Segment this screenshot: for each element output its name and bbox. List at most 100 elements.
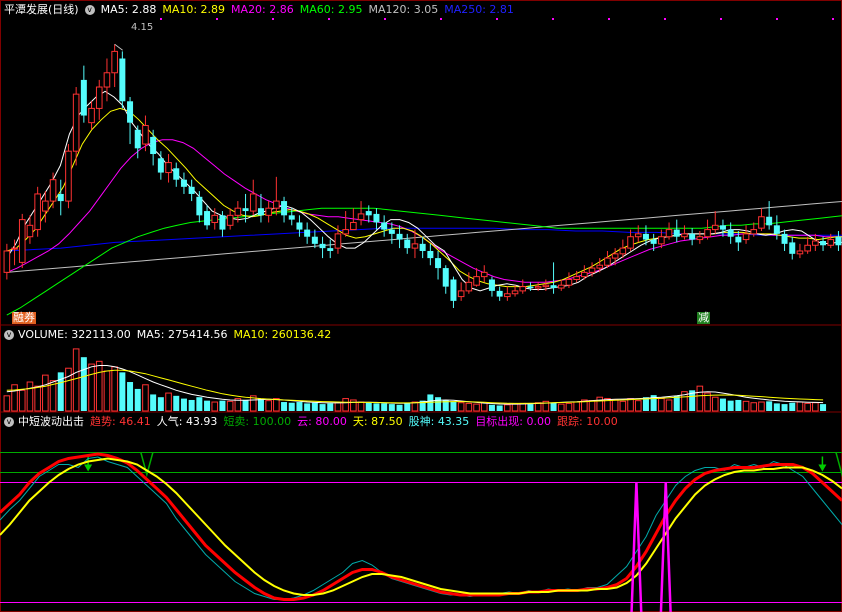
candle-body	[488, 279, 495, 291]
trend-readout: 趋势: 46.41	[90, 415, 151, 428]
candle-body	[188, 186, 195, 194]
candle-body	[311, 236, 318, 244]
candle-body	[95, 86, 103, 109]
candle-body	[696, 236, 704, 241]
candle-body	[134, 129, 141, 149]
candle-body	[404, 239, 411, 249]
candle-body	[72, 93, 80, 152]
candle-body	[142, 125, 149, 145]
volume-bar	[812, 402, 819, 412]
volume-bar	[95, 360, 103, 412]
candle-body	[658, 236, 665, 245]
chevron-down-icon[interactable]: v	[84, 5, 95, 15]
volume-bar	[88, 363, 95, 412]
volume-bar	[488, 404, 495, 411]
top-dot-mark	[496, 18, 498, 20]
volume-bar	[165, 392, 172, 412]
candle-body	[789, 242, 796, 254]
volume-bar	[527, 404, 534, 411]
volume-bar	[296, 402, 303, 411]
top-dot-mark	[328, 18, 330, 20]
target-readout: 目标出现: 0.00	[475, 415, 552, 428]
indicator-title[interactable]: 中短波动出击	[18, 415, 84, 428]
volume-bar	[519, 402, 527, 412]
volume-ma5-readout: MA5: 275414.56	[136, 328, 228, 341]
candle-body	[642, 233, 649, 240]
candle-body	[804, 244, 811, 252]
volume-bar	[727, 400, 734, 411]
volume-bar	[658, 398, 665, 412]
volume-bar	[673, 395, 680, 411]
volume-bar	[342, 398, 349, 412]
candle-body	[604, 257, 611, 266]
signal-arrow-icon	[84, 464, 93, 472]
candle-body	[588, 267, 596, 273]
candle-body	[288, 215, 295, 220]
candle-body	[103, 72, 111, 88]
top-dot-mark	[776, 18, 778, 20]
volume-bar	[588, 400, 596, 412]
volume-bar	[157, 397, 164, 411]
candle-body	[388, 229, 395, 234]
volume-bar	[611, 399, 619, 412]
tracking-readout: 跟踪: 10.00	[557, 415, 618, 428]
volume-bar	[450, 401, 457, 411]
volume-bar	[766, 401, 773, 411]
candle-body	[334, 233, 342, 249]
candle-body	[150, 136, 157, 155]
volume-bar	[119, 372, 126, 411]
candle-body	[281, 201, 288, 216]
candle-body	[226, 214, 234, 226]
high-marker-line	[114, 43, 123, 51]
candle-body	[342, 229, 349, 235]
candle-body	[480, 271, 488, 278]
volume-bar	[304, 403, 311, 411]
candle-body	[519, 286, 527, 292]
volume-bar	[388, 404, 395, 411]
candle-body	[611, 253, 619, 259]
popularity-readout: 人气: 43.93	[156, 415, 218, 428]
candle-body	[627, 236, 634, 249]
volume-bar	[619, 400, 627, 412]
signal-spike	[630, 482, 643, 612]
candle-body	[619, 247, 627, 255]
volume-bar	[3, 395, 11, 412]
candle-body	[581, 271, 588, 278]
volume-bar	[665, 399, 673, 412]
candle-body	[119, 58, 126, 102]
candle-body	[427, 250, 434, 259]
security-title[interactable]: 平潭发展(日线)	[4, 3, 79, 16]
candle-body	[180, 179, 187, 187]
volume-bar	[435, 397, 442, 411]
chevron-down-icon[interactable]: v	[4, 417, 14, 427]
candle-body	[196, 196, 203, 216]
margin-tag-left[interactable]: 融券	[12, 312, 36, 324]
candle-body	[534, 286, 542, 289]
volume-bar	[627, 398, 634, 412]
volume-bar	[511, 403, 519, 412]
margin-tag-right[interactable]: 减	[697, 312, 710, 324]
volume-bar	[411, 401, 419, 412]
chart-border	[0, 0, 842, 612]
volume-bar	[42, 374, 49, 412]
chevron-down-icon[interactable]: v	[4, 330, 14, 340]
candle-body	[273, 200, 280, 209]
volume-bar	[750, 402, 758, 412]
candle-body	[381, 222, 388, 230]
volume-bar	[711, 396, 719, 412]
candle-body	[542, 284, 550, 288]
candle-body	[80, 79, 87, 116]
volume-bar	[573, 401, 580, 412]
volume-bar	[188, 399, 195, 411]
candle-body	[234, 207, 242, 216]
candle-body	[3, 250, 11, 273]
candle-body	[634, 233, 642, 238]
volume-bar	[557, 403, 565, 412]
volume-bar	[273, 398, 280, 412]
candle-body	[350, 221, 357, 231]
volume-bar	[80, 357, 87, 411]
volume-bar	[134, 388, 141, 411]
top-dot-mark	[832, 18, 834, 20]
candle-body	[557, 284, 565, 289]
volume-bar	[350, 399, 357, 412]
